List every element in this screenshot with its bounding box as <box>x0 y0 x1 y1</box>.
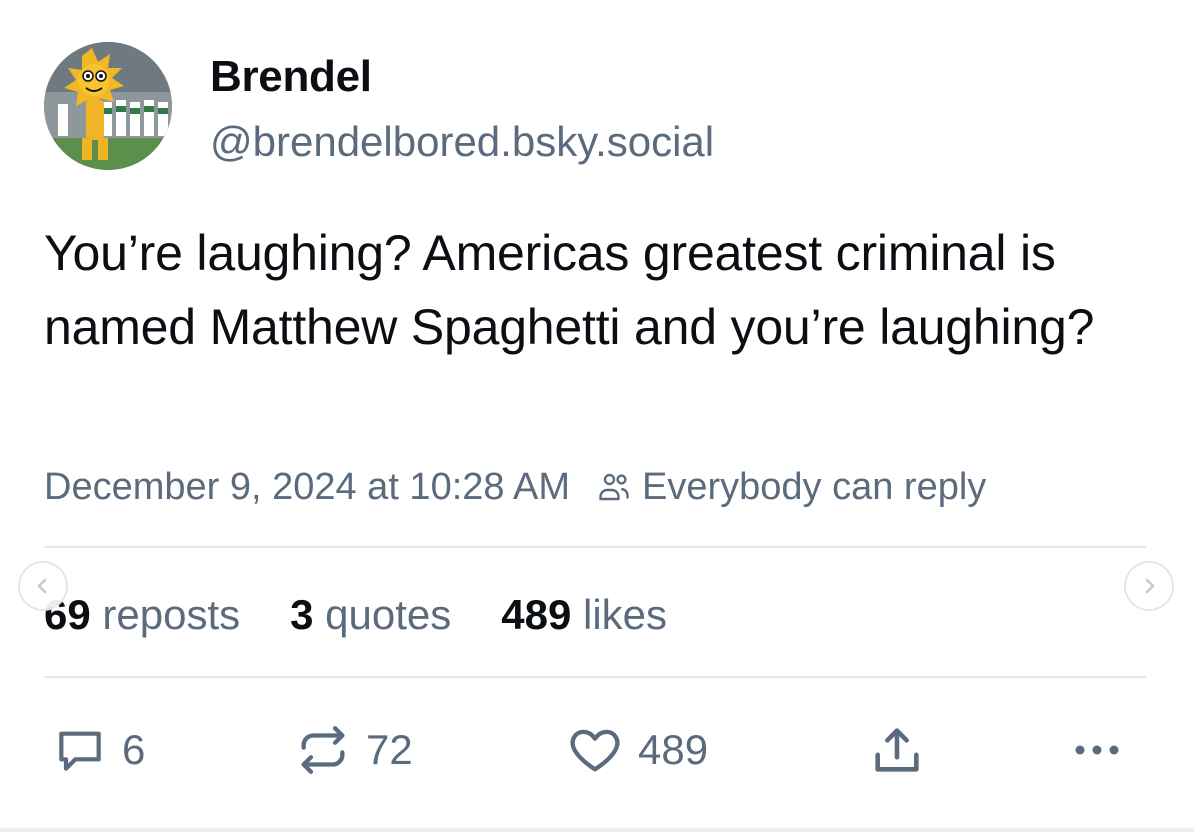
bottom-border <box>0 828 1194 832</box>
chevron-left-icon <box>37 578 47 594</box>
divider <box>44 676 1146 678</box>
share-icon <box>875 728 919 772</box>
author-display-name[interactable]: Brendel <box>210 52 372 102</box>
post-card: Brendel @brendelbored.bsky.social You’re… <box>0 0 1194 832</box>
carousel-prev-button[interactable] <box>20 563 66 609</box>
mascot-avatar-image <box>44 42 172 170</box>
action-bar: 6 72 489 <box>44 720 1146 780</box>
repost-count: 72 <box>366 726 413 773</box>
reply-setting: Everybody can reply <box>596 466 986 509</box>
post-text: You’re laughing? Americas greatest crimi… <box>44 225 1095 355</box>
reposts-stat[interactable]: 69 reposts <box>44 591 240 639</box>
repost-icon <box>301 726 345 774</box>
carousel-next-button[interactable] <box>1126 563 1172 609</box>
reply-button[interactable]: 6 <box>52 720 145 780</box>
reply-count: 6 <box>122 726 146 773</box>
divider <box>44 546 1146 548</box>
more-icon <box>1075 745 1119 755</box>
likes-count: 489 <box>501 591 572 638</box>
repost-button[interactable]: 72 <box>294 720 413 780</box>
likes-stat[interactable]: 489 likes <box>501 591 667 639</box>
engagement-stats: 69 reposts 3 quotes 489 likes <box>44 588 717 642</box>
share-button[interactable] <box>868 720 940 780</box>
likes-label: likes <box>583 591 668 638</box>
author-avatar[interactable] <box>44 42 172 170</box>
quotes-label: quotes <box>325 591 452 638</box>
post-timestamp[interactable]: December 9, 2024 at 10:28 AM <box>44 466 570 509</box>
like-icon <box>570 729 620 772</box>
reply-setting-label: Everybody can reply <box>642 465 987 508</box>
chevron-right-icon <box>1145 578 1155 594</box>
reposts-label: reposts <box>102 591 241 638</box>
quotes-stat[interactable]: 3 quotes <box>290 591 451 639</box>
like-button[interactable]: 489 <box>566 720 708 780</box>
quotes-count: 3 <box>290 591 314 638</box>
people-icon <box>599 473 629 501</box>
post-meta: December 9, 2024 at 10:28 AM Everybody c… <box>44 462 986 512</box>
more-options-button[interactable] <box>1072 720 1136 780</box>
like-count: 489 <box>638 726 709 773</box>
author-handle[interactable]: @brendelbored.bsky.social <box>210 118 714 166</box>
reply-icon <box>59 731 101 771</box>
